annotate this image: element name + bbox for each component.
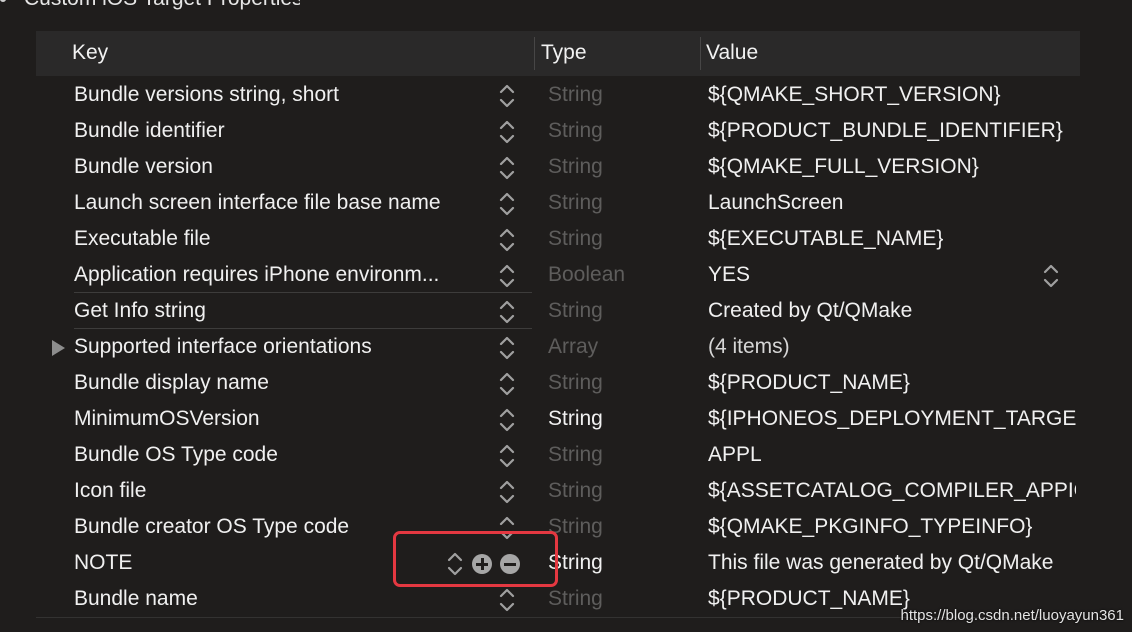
- row-type[interactable]: String: [548, 149, 603, 185]
- row-type[interactable]: Array: [548, 329, 598, 365]
- plist-row[interactable]: Launch screen interface file base name S…: [0, 185, 1132, 221]
- row-key[interactable]: Executable file: [74, 221, 494, 257]
- plist-row[interactable]: Bundle version String ${QMAKE_FULL_VERSI…: [0, 149, 1132, 185]
- section-heading: Custom iOS Target Properties: [0, 0, 300, 11]
- row-key[interactable]: Bundle display name: [74, 365, 494, 401]
- row-key[interactable]: Bundle OS Type code: [74, 437, 494, 473]
- row-value[interactable]: ${EXECUTABLE_NAME}: [708, 221, 1076, 257]
- row-key[interactable]: Bundle version: [74, 149, 494, 185]
- row-type[interactable]: String: [548, 437, 603, 473]
- plist-row[interactable]: Bundle OS Type code String APPL: [0, 437, 1132, 473]
- column-header-key[interactable]: Key: [72, 31, 108, 76]
- section-heading-label: Custom iOS Target Properties: [24, 0, 300, 10]
- column-header-value[interactable]: Value: [706, 31, 758, 76]
- row-value[interactable]: ${QMAKE_FULL_VERSION}: [708, 149, 1076, 185]
- row-type[interactable]: String: [548, 221, 603, 257]
- key-stepper-icon[interactable]: [496, 190, 518, 218]
- column-header-type[interactable]: Type: [541, 31, 587, 76]
- plist-editor: Custom iOS Target Properties Key Type Va…: [0, 0, 1132, 632]
- row-key[interactable]: Application requires iPhone environm...: [74, 257, 494, 293]
- plist-row[interactable]: Executable file String ${EXECUTABLE_NAME…: [0, 221, 1132, 257]
- row-key[interactable]: Icon file: [74, 473, 494, 509]
- row-key[interactable]: Get Info string: [74, 293, 494, 329]
- column-divider[interactable]: [534, 37, 535, 70]
- row-type[interactable]: String: [548, 293, 603, 329]
- plist-rows: Bundle versions string, short String ${Q…: [0, 77, 1132, 617]
- row-value[interactable]: This file was generated by Qt/QMake: [708, 545, 1076, 581]
- plist-row[interactable]: MinimumOSVersion String ${IPHONEOS_DEPLO…: [0, 401, 1132, 437]
- row-value[interactable]: LaunchScreen: [708, 185, 1076, 221]
- row-key[interactable]: Supported interface orientations: [74, 329, 494, 365]
- row-value[interactable]: ${ASSETCATALOG_COMPILER_APPICON_NAME}: [708, 473, 1076, 509]
- row-value[interactable]: ${QMAKE_PKGINFO_TYPEINFO}: [708, 509, 1076, 545]
- row-type[interactable]: String: [548, 365, 603, 401]
- row-type[interactable]: String: [548, 581, 603, 617]
- key-stepper-icon[interactable]: [496, 298, 518, 326]
- row-key[interactable]: Bundle identifier: [74, 113, 494, 149]
- row-value[interactable]: ${IPHONEOS_DEPLOYMENT_TARGET}: [708, 401, 1076, 437]
- key-stepper-icon[interactable]: [496, 334, 518, 362]
- row-value[interactable]: ${PRODUCT_NAME}: [708, 365, 1076, 401]
- row-type[interactable]: String: [548, 113, 603, 149]
- plist-row[interactable]: Bundle identifier String ${PRODUCT_BUNDL…: [0, 113, 1132, 149]
- plist-row[interactable]: Bundle display name String ${PRODUCT_NAM…: [0, 365, 1132, 401]
- value-stepper-icon[interactable]: [1040, 262, 1062, 290]
- plist-row[interactable]: Bundle versions string, short String ${Q…: [0, 77, 1132, 113]
- row-type[interactable]: String: [548, 401, 603, 437]
- column-divider[interactable]: [700, 37, 701, 70]
- key-stepper-icon[interactable]: [496, 118, 518, 146]
- row-value[interactable]: ${QMAKE_SHORT_VERSION}: [708, 77, 1076, 113]
- row-value[interactable]: (4 items): [708, 329, 1076, 365]
- key-stepper-icon[interactable]: [496, 442, 518, 470]
- row-key[interactable]: Bundle versions string, short: [74, 77, 494, 113]
- key-stepper-icon[interactable]: [496, 478, 518, 506]
- plist-row[interactable]: Bundle creator OS Type code String ${QMA…: [0, 509, 1132, 545]
- row-value[interactable]: APPL: [708, 437, 1076, 473]
- plist-row[interactable]: NOTE String This file was generated by Q…: [0, 545, 1132, 581]
- key-stepper-icon[interactable]: [496, 586, 518, 614]
- key-stepper-icon[interactable]: [496, 226, 518, 254]
- watermark: https://blog.csdn.net/luoyayun361: [900, 607, 1125, 624]
- row-type[interactable]: Boolean: [548, 257, 625, 293]
- plist-row[interactable]: Get Info string String Created by Qt/QMa…: [0, 293, 1132, 329]
- highlight-annotation-box: [393, 531, 558, 587]
- plist-row[interactable]: Icon file String ${ASSETCATALOG_COMPILER…: [0, 473, 1132, 509]
- key-stepper-icon[interactable]: [496, 262, 518, 290]
- row-type[interactable]: String: [548, 473, 603, 509]
- plist-row[interactable]: Supported interface orientations Array (…: [0, 329, 1132, 365]
- disclosure-triangle-icon[interactable]: [52, 340, 65, 356]
- row-value[interactable]: Created by Qt/QMake: [708, 293, 1076, 329]
- disclosure-icon[interactable]: [0, 0, 6, 3]
- row-key[interactable]: MinimumOSVersion: [74, 401, 494, 437]
- row-type[interactable]: String: [548, 77, 603, 113]
- row-value[interactable]: YES: [708, 257, 1076, 293]
- key-stepper-icon[interactable]: [496, 154, 518, 182]
- key-stepper-icon[interactable]: [496, 370, 518, 398]
- key-stepper-icon[interactable]: [496, 406, 518, 434]
- plist-row[interactable]: Application requires iPhone environm... …: [0, 257, 1132, 293]
- key-stepper-icon[interactable]: [496, 82, 518, 110]
- row-value[interactable]: ${PRODUCT_BUNDLE_IDENTIFIER}: [708, 113, 1076, 149]
- row-key[interactable]: Launch screen interface file base name: [74, 185, 494, 221]
- row-type[interactable]: String: [548, 185, 603, 221]
- plist-header: Key Type Value: [36, 31, 1080, 76]
